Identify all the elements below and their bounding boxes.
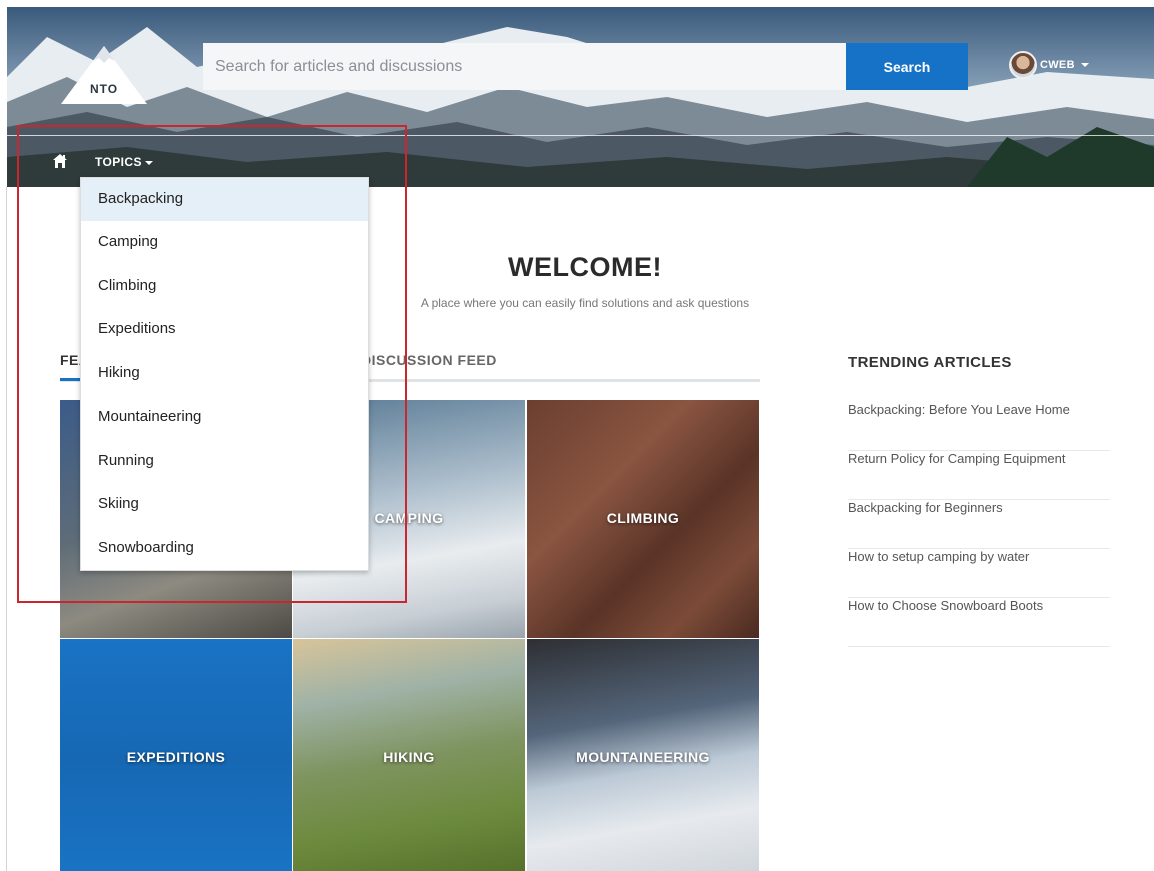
avatar <box>1009 51 1037 79</box>
trending-article-link[interactable]: Return Policy for Camping Equipment <box>848 451 1110 500</box>
mountain-logo-icon <box>61 46 147 104</box>
dropdown-item-expeditions[interactable]: Expeditions <box>81 308 368 351</box>
tile-label: MOUNTAINEERING <box>576 749 710 765</box>
topic-tile-mountaineering[interactable]: MOUNTAINEERING <box>527 639 759 871</box>
trending-article-link[interactable]: Backpacking: Before You Leave Home <box>848 402 1110 451</box>
topic-tile-climbing[interactable]: CLIMBING <box>527 400 759 638</box>
welcome-title: WELCOME! <box>508 252 662 282</box>
user-name: CWEB <box>1040 59 1075 71</box>
dropdown-item-backpacking[interactable]: Backpacking <box>81 178 368 221</box>
tab-discussion-feed[interactable]: DISCUSSION FEED <box>361 352 497 368</box>
nto-logo[interactable]: NTO <box>59 44 149 106</box>
trending-article-link[interactable]: How to Choose Snowboard Boots <box>848 598 1110 647</box>
dropdown-item-camping[interactable]: Camping <box>81 221 368 264</box>
tile-label: CLIMBING <box>606 510 680 526</box>
chevron-down-icon <box>1080 63 1089 67</box>
trending-article-link[interactable]: How to setup camping by water <box>848 549 1110 598</box>
page-border <box>6 187 7 871</box>
chevron-down-icon <box>144 160 153 165</box>
trending-article-link[interactable]: Backpacking for Beginners <box>848 500 1110 549</box>
header-banner: NTO Search CWEB TOPICS <box>7 7 1154 187</box>
dropdown-item-hiking[interactable]: Hiking <box>81 352 368 395</box>
mountain-banner-image <box>7 7 1154 187</box>
tile-label: HIKING <box>383 749 435 765</box>
dropdown-item-climbing[interactable]: Climbing <box>81 265 368 308</box>
tile-label: EXPEDITIONS <box>126 749 226 765</box>
user-menu[interactable]: CWEB <box>1009 49 1089 81</box>
topics-nav-menu[interactable]: TOPICS <box>95 155 153 169</box>
home-icon[interactable] <box>52 153 68 169</box>
search-input[interactable] <box>203 43 846 90</box>
welcome-subtitle: A place where you can easily find soluti… <box>420 296 750 310</box>
topics-dropdown-menu: Backpacking Camping Climbing Expeditions… <box>80 177 369 571</box>
trending-articles-title: TRENDING ARTICLES <box>848 354 1012 371</box>
dropdown-item-skiing[interactable]: Skiing <box>81 483 368 526</box>
topics-label: TOPICS <box>95 155 142 169</box>
dropdown-item-snowboarding[interactable]: Snowboarding <box>81 527 368 570</box>
search-button[interactable]: Search <box>846 43 968 90</box>
logo-text: NTO <box>89 82 119 96</box>
nav-divider <box>7 135 1154 136</box>
dropdown-item-mountaineering[interactable]: Mountaineering <box>81 396 368 439</box>
community-home-page: NTO Search CWEB TOPICS WELCOME! A place … <box>0 0 1154 871</box>
topic-tile-expeditions[interactable]: EXPEDITIONS <box>60 639 292 871</box>
topic-tile-hiking[interactable]: HIKING <box>293 639 525 871</box>
dropdown-item-running[interactable]: Running <box>81 440 368 483</box>
